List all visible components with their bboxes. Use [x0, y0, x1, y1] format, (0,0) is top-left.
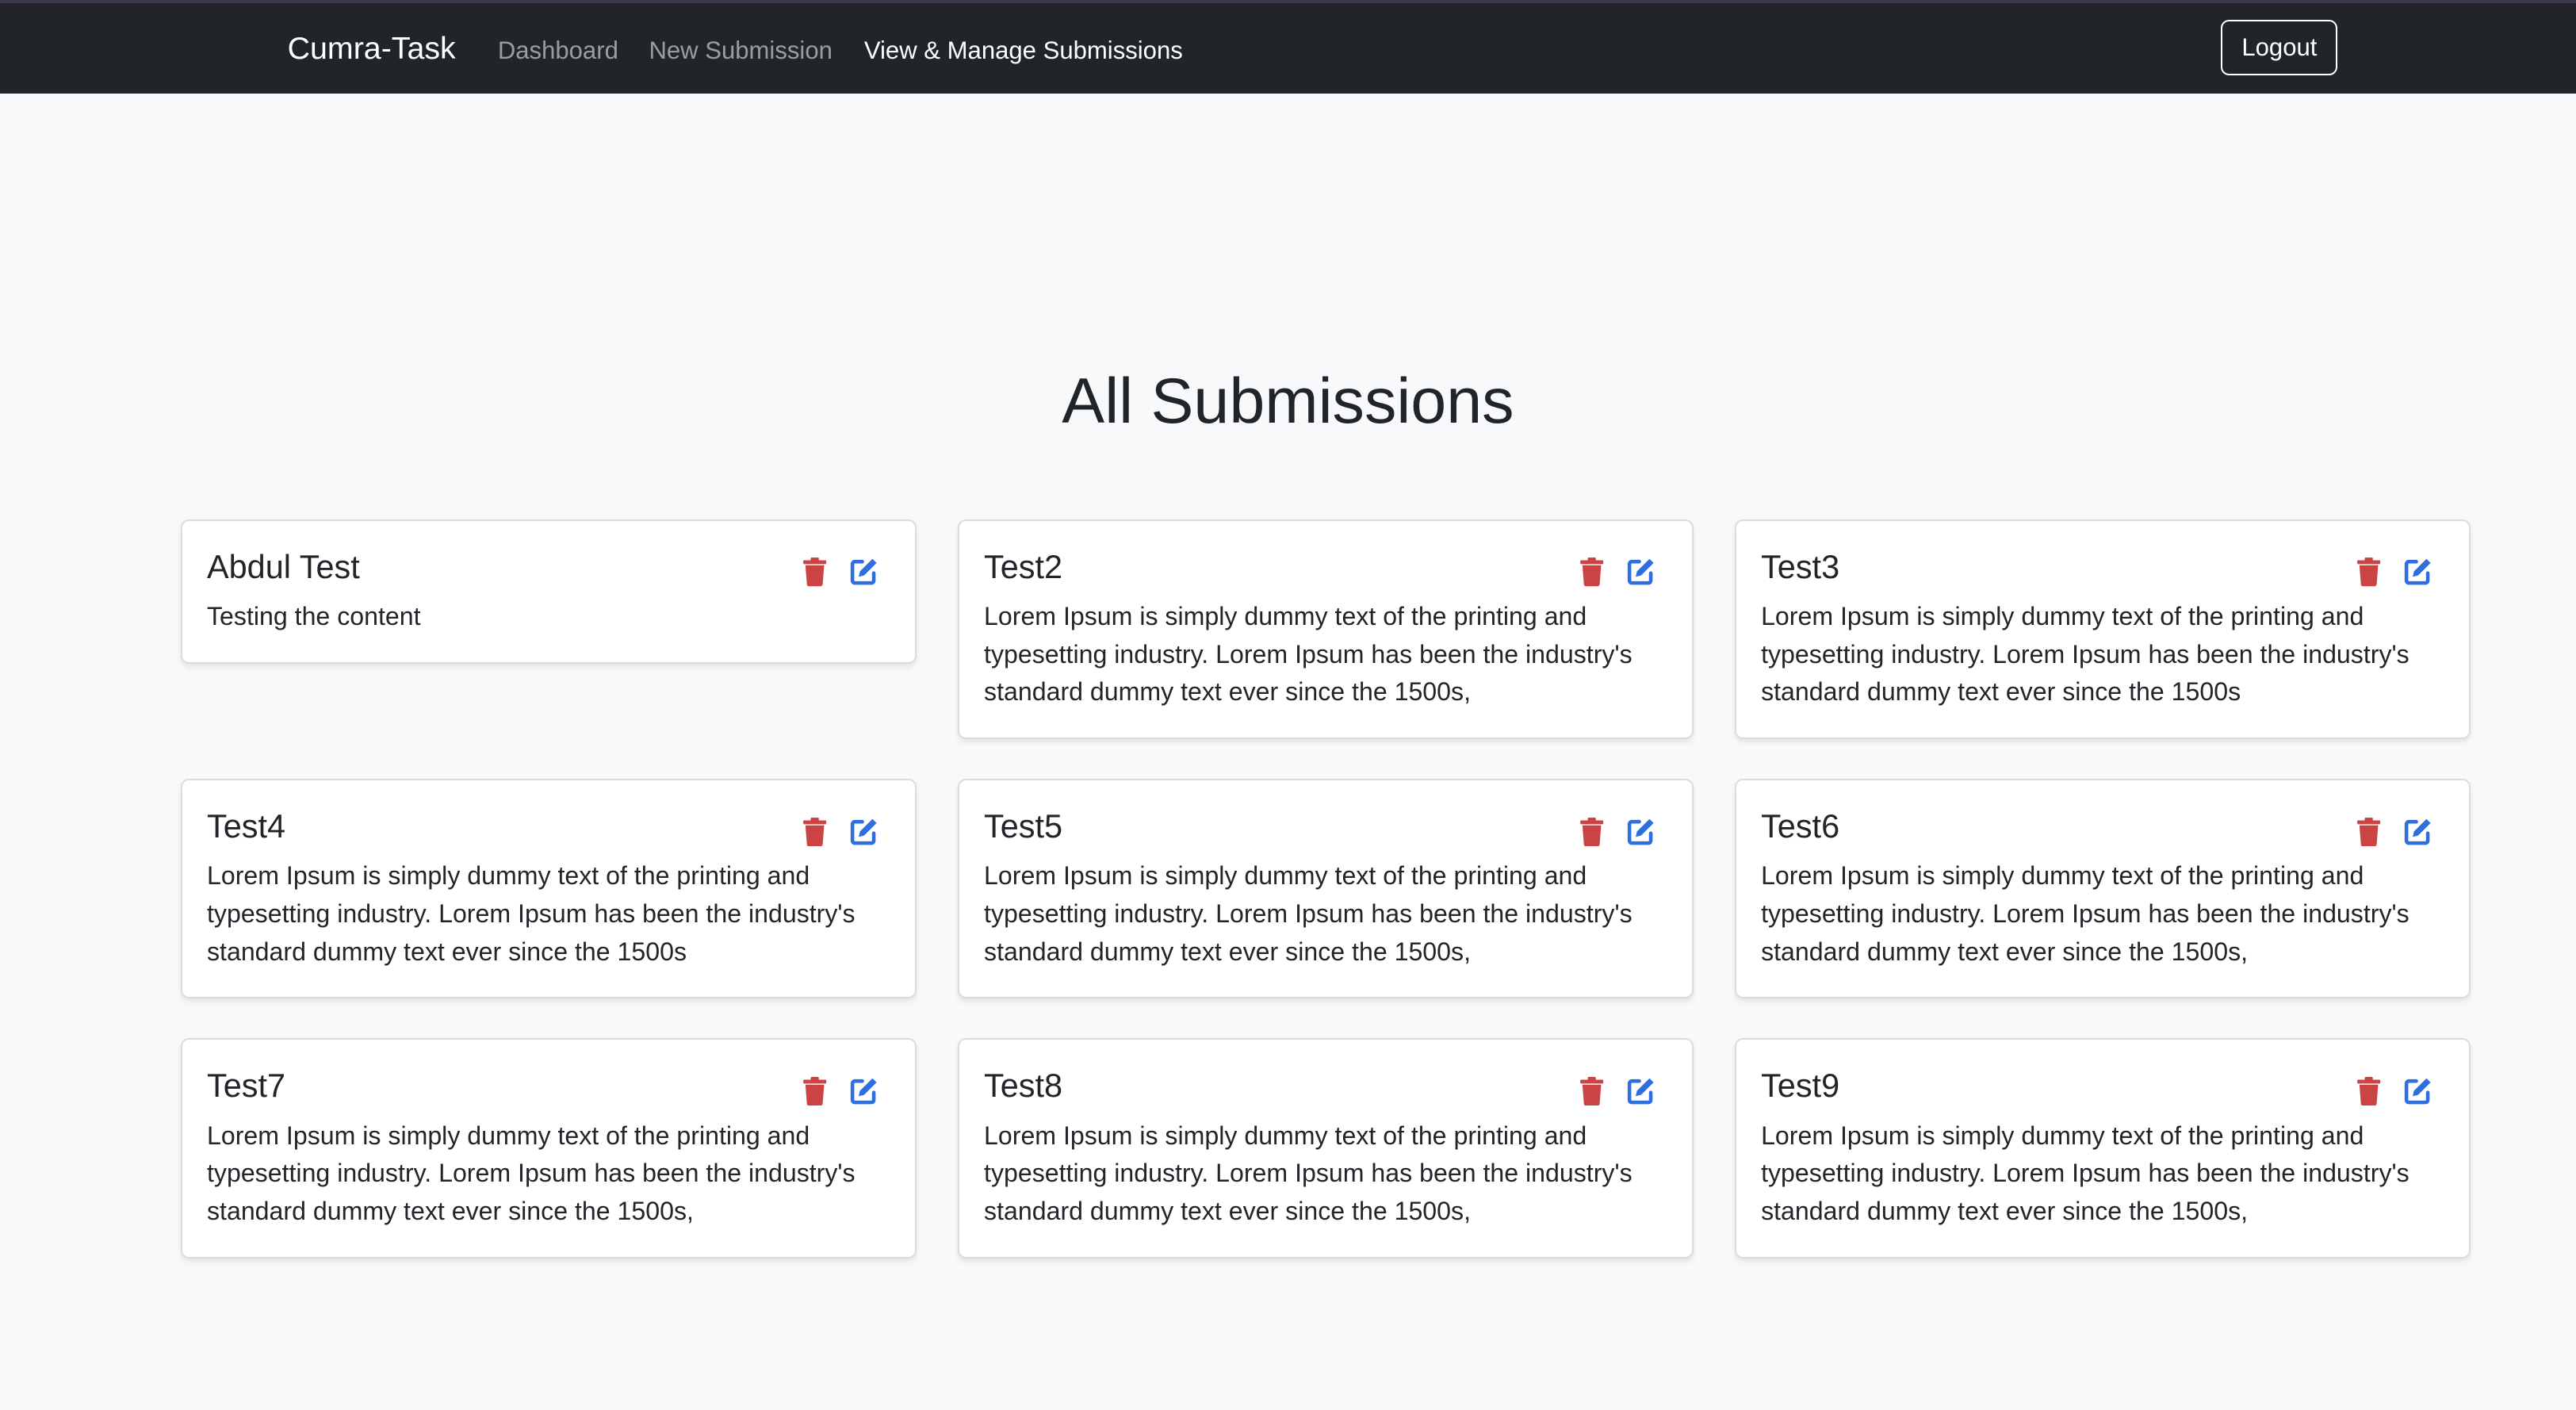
delete-button[interactable] [1577, 817, 1606, 846]
edit-icon[interactable] [1626, 557, 1655, 586]
card-actions [2354, 817, 2432, 846]
card-actions [1577, 1076, 1655, 1106]
nav-new-submission[interactable]: New Submission [649, 36, 832, 65]
edit-icon[interactable] [2403, 817, 2432, 846]
card-actions [800, 817, 878, 846]
card-actions [1577, 817, 1655, 846]
card-actions [2354, 1076, 2432, 1106]
submission-card: Test4 Lorem Ipsum is simply dummy text of… [180, 778, 917, 999]
page: Cumra-Task Dashboard New Submission View… [0, 0, 2576, 1410]
submission-body: Lorem Ipsum is simply dummy text of the … [1761, 602, 2409, 707]
submission-body: Lorem Ipsum is simply dummy text of the … [206, 861, 855, 966]
edit-icon[interactable] [849, 817, 878, 846]
submission-card: Test7 Lorem Ipsum is simply dummy text of… [180, 1038, 917, 1259]
edit-icon[interactable] [1626, 1076, 1655, 1105]
edit-icon[interactable] [1626, 817, 1655, 846]
edit-button[interactable] [849, 1076, 878, 1105]
trash-icon[interactable] [800, 557, 829, 587]
edit-button[interactable] [2403, 817, 2432, 846]
submission-title: Test5 [984, 807, 1063, 845]
submission-body: Testing the content [206, 602, 421, 631]
trash-icon[interactable] [2354, 557, 2383, 587]
delete-button[interactable] [800, 817, 829, 846]
submissions-grid: Abdul Test Testing the content Test2 Lorem … [180, 519, 2472, 1259]
card-actions [2354, 557, 2432, 587]
trash-icon[interactable] [2354, 1076, 2383, 1106]
trash-icon[interactable] [1577, 817, 1606, 846]
submission-title: Test6 [1761, 807, 1840, 845]
page-title: All Submissions [1062, 365, 1514, 437]
delete-button[interactable] [2354, 557, 2383, 587]
trash-icon[interactable] [1577, 1076, 1606, 1106]
submission-title: Test9 [1761, 1067, 1840, 1105]
edit-button[interactable] [1626, 557, 1655, 586]
submission-card: Test3 Lorem Ipsum is simply dummy text of… [1735, 519, 2471, 740]
submission-title: Test8 [984, 1067, 1063, 1105]
delete-button[interactable] [800, 557, 829, 587]
delete-button[interactable] [2354, 1076, 2383, 1106]
submission-card: Test9 Lorem Ipsum is simply dummy text of… [1735, 1038, 2471, 1259]
delete-button[interactable] [2354, 817, 2383, 846]
submission-body: Lorem Ipsum is simply dummy text of the … [1761, 1121, 2409, 1225]
submission-card: Test2 Lorem Ipsum is simply dummy text of… [957, 519, 1694, 740]
submission-title: Test3 [1761, 547, 1840, 585]
submission-card: Test5 Lorem Ipsum is simply dummy text of… [957, 778, 1694, 999]
edit-button[interactable] [1626, 817, 1655, 846]
edit-button[interactable] [849, 817, 878, 846]
card-actions [800, 557, 878, 587]
navbar: Cumra-Task Dashboard New Submission View… [0, 3, 2576, 94]
edit-button[interactable] [2403, 1076, 2432, 1105]
nav-view-manage-submissions[interactable]: View & Manage Submissions [864, 36, 1183, 65]
submission-body: Lorem Ipsum is simply dummy text of the … [1761, 861, 2409, 966]
edit-icon[interactable] [849, 1076, 878, 1105]
logout-button[interactable]: Logout [2221, 19, 2338, 76]
trash-icon[interactable] [800, 817, 829, 846]
submission-title: Abdul Test [206, 547, 360, 585]
edit-icon[interactable] [2403, 557, 2432, 586]
edit-button[interactable] [2403, 557, 2432, 586]
submission-title: Test4 [206, 807, 286, 845]
edit-icon[interactable] [2403, 1076, 2432, 1105]
submission-body: Lorem Ipsum is simply dummy text of the … [984, 602, 1632, 707]
submission-title: Test7 [206, 1067, 286, 1105]
submission-card: Abdul Test Testing the content [180, 519, 917, 664]
submission-title: Test2 [984, 547, 1063, 585]
edit-button[interactable] [849, 557, 878, 586]
delete-button[interactable] [1577, 557, 1606, 587]
trash-icon[interactable] [800, 1076, 829, 1106]
delete-button[interactable] [1577, 1076, 1606, 1106]
edit-icon[interactable] [849, 557, 878, 586]
submission-body: Lorem Ipsum is simply dummy text of the … [984, 1121, 1632, 1225]
delete-button[interactable] [800, 1076, 829, 1106]
trash-icon[interactable] [2354, 817, 2383, 846]
submission-body: Lorem Ipsum is simply dummy text of the … [984, 861, 1632, 966]
edit-button[interactable] [1626, 1076, 1655, 1105]
nav-dashboard[interactable]: Dashboard [498, 36, 618, 65]
card-actions [800, 1076, 878, 1106]
brand-link[interactable]: Cumra-Task [288, 31, 456, 67]
submission-card: Test6 Lorem Ipsum is simply dummy text of… [1735, 778, 2471, 999]
submission-body: Lorem Ipsum is simply dummy text of the … [206, 1121, 855, 1225]
trash-icon[interactable] [1577, 557, 1606, 587]
card-actions [1577, 557, 1655, 587]
submission-card: Test8 Lorem Ipsum is simply dummy text of… [957, 1038, 1694, 1259]
